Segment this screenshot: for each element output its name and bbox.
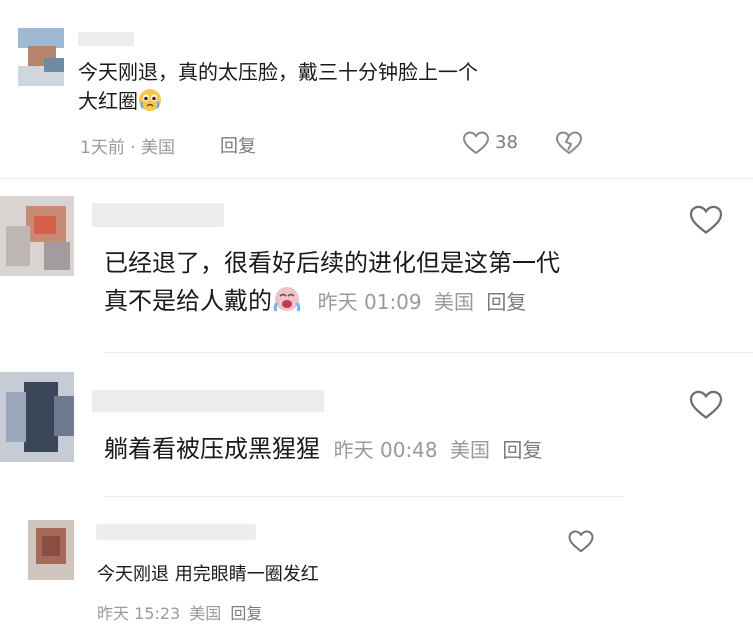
time: 昨天 00:48 xyxy=(333,438,438,462)
username-blurred[interactable] xyxy=(78,32,134,46)
crying-face-emoji-icon xyxy=(139,89,161,111)
reply-button[interactable]: 回复 xyxy=(502,438,542,462)
heart-icon[interactable] xyxy=(689,205,723,235)
time: 昨天 01:09 xyxy=(317,290,422,315)
divider xyxy=(104,352,753,353)
username-blurred[interactable] xyxy=(92,203,224,227)
reply-button[interactable]: 回复 xyxy=(220,132,256,158)
heart-icon[interactable] xyxy=(568,530,594,553)
comment-text: 今天刚退，真的太压脸，戴三十分钟脸上一个 大红圈 xyxy=(78,60,478,113)
comment-text: 已经退了，很看好后续的进化但是这第一代 真不是给人戴的 昨天 01:09 美国 … xyxy=(104,249,560,316)
username-blurred[interactable] xyxy=(96,524,256,540)
like-count: 38 xyxy=(495,132,518,153)
location: 美国 xyxy=(450,438,490,462)
avatar-blurred[interactable] xyxy=(0,196,74,276)
dislike-icon[interactable] xyxy=(556,131,582,155)
heart-icon[interactable] xyxy=(463,131,489,155)
time: 1天前 xyxy=(80,138,125,158)
reply-button[interactable]: 回复 xyxy=(486,290,526,314)
dot: · xyxy=(130,138,136,158)
comment-meta: 1天前 · 美国 xyxy=(80,133,175,158)
avatar-blurred[interactable] xyxy=(28,520,74,580)
comment-meta: 昨天 15:23 美国 回复 xyxy=(97,600,262,624)
time: 昨天 15:23 xyxy=(97,604,181,623)
location: 美国 xyxy=(189,604,222,623)
comment-text: 今天刚退 用完眼睛一圈发红 xyxy=(97,564,319,585)
location: 美国 xyxy=(434,290,474,315)
heart-icon[interactable] xyxy=(689,390,723,420)
avatar-blurred[interactable] xyxy=(0,372,74,462)
reply-button[interactable]: 回复 xyxy=(230,604,262,623)
comment-text: 躺着看被压成黑猩猩 昨天 00:48 美国 回复 xyxy=(104,435,543,463)
avatar-blurred[interactable] xyxy=(18,28,64,86)
divider xyxy=(104,496,624,497)
loudly-crying-face-emoji-icon xyxy=(273,287,301,313)
divider xyxy=(0,178,753,179)
username-blurred[interactable] xyxy=(92,390,324,412)
location: 美国 xyxy=(141,138,176,158)
